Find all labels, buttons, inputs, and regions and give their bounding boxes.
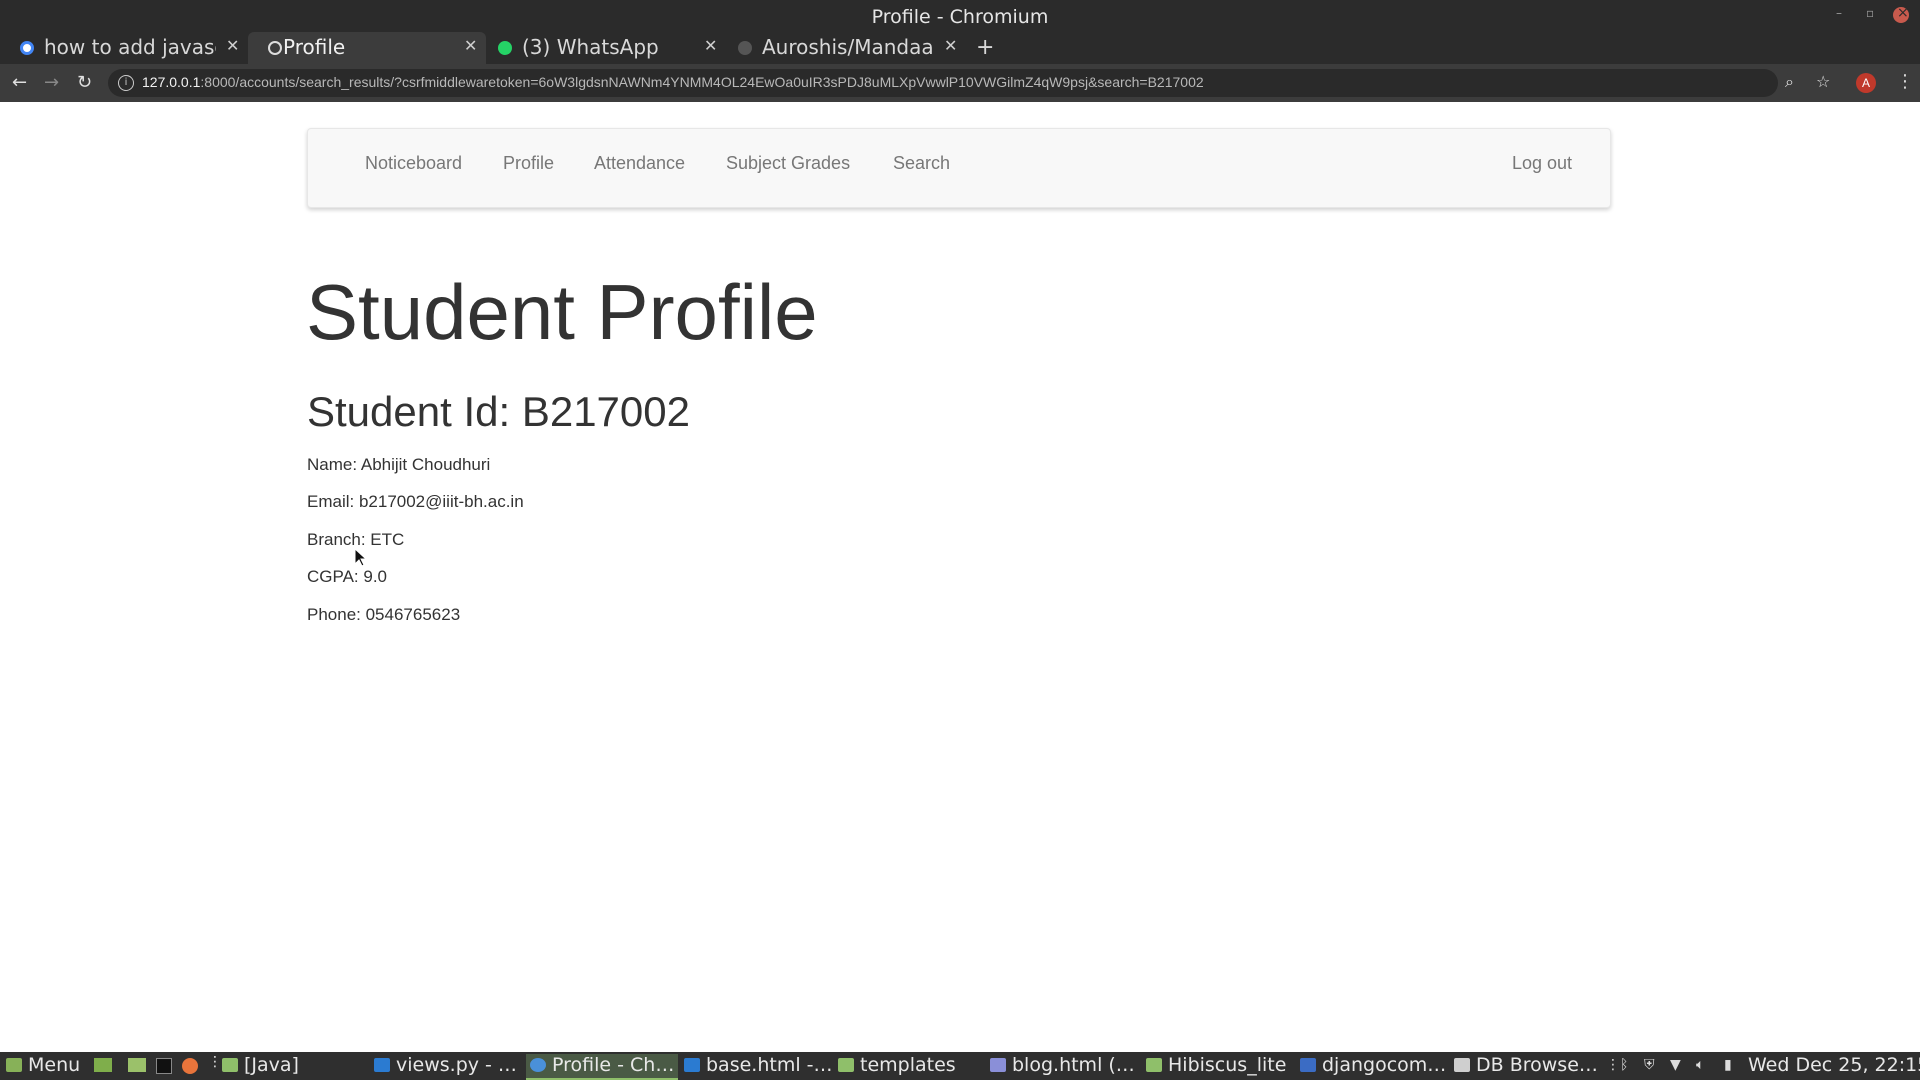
google-icon	[20, 41, 34, 55]
reload-icon[interactable]: ↻	[77, 72, 92, 93]
nav-subject-grades[interactable]: Subject Grades	[726, 153, 850, 174]
start-menu-button[interactable]: Menu	[6, 1054, 80, 1078]
github-icon	[738, 41, 752, 55]
back-icon[interactable]: ←	[12, 72, 27, 93]
menu-label: Menu	[28, 1054, 81, 1076]
browser-toolbar: ← → ↻ i 127.0.0.1:8000/accounts/search_r…	[0, 64, 1920, 102]
new-tab-icon[interactable]: +	[976, 35, 994, 60]
page-title: Student Profile	[306, 268, 818, 356]
profile-avatar[interactable]: A	[1856, 73, 1876, 93]
mouse-cursor-icon	[355, 549, 367, 567]
close-tab-icon[interactable]: ✕	[226, 36, 239, 55]
student-name: Name: Abhijit Choudhuri	[307, 455, 491, 474]
database-icon	[1454, 1058, 1470, 1072]
vscode-icon	[374, 1058, 390, 1072]
student-email: Email: b217002@iiit-bh.ac.in	[307, 492, 524, 511]
close-tab-icon[interactable]: ✕	[704, 36, 717, 55]
tray-separator-icon: ⋮	[1606, 1057, 1620, 1073]
url-path: :8000/accounts/search_results/?csrfmiddl…	[200, 74, 1204, 90]
nav-profile[interactable]: Profile	[503, 153, 554, 174]
bluetooth-icon[interactable]: ᛒ	[1620, 1057, 1628, 1073]
tab-whatsapp[interactable]: (3) WhatsApp ✕	[488, 32, 726, 64]
shield-icon[interactable]: ⛨	[1644, 1057, 1655, 1073]
taskbar-label: blog.html (…	[1012, 1054, 1135, 1076]
folder-icon	[222, 1058, 238, 1072]
maximize-button[interactable]: ▫	[1866, 6, 1874, 20]
student-id: Student Id: B217002	[307, 388, 690, 435]
battery-icon[interactable]: ▮	[1724, 1057, 1732, 1073]
nav-search[interactable]: Search	[893, 153, 950, 174]
terminal-icon[interactable]	[156, 1058, 172, 1074]
tab-label: Auroshis/Mandaar3	[762, 35, 934, 59]
chromium-icon	[530, 1058, 546, 1072]
taskbar-blog-html[interactable]: blog.html (…	[990, 1054, 1135, 1078]
text-editor-icon	[990, 1058, 1006, 1072]
close-window-button[interactable]	[1893, 5, 1909, 23]
taskbar-label: views.py - …	[396, 1054, 517, 1076]
show-desktop-icon[interactable]	[94, 1058, 112, 1072]
info-icon[interactable]: i	[118, 75, 134, 91]
files-icon[interactable]	[128, 1058, 146, 1072]
taskbar-label: Hibiscus_lite	[1168, 1054, 1287, 1076]
address-bar[interactable]: i 127.0.0.1:8000/accounts/search_results…	[108, 69, 1778, 97]
taskbar-java[interactable]: [Java]	[222, 1054, 299, 1078]
whatsapp-icon	[498, 41, 512, 55]
logout-link[interactable]: Log out	[1512, 153, 1572, 174]
url-host: 127.0.0.1	[142, 74, 201, 90]
nav-noticeboard[interactable]: Noticeboard	[365, 153, 462, 174]
tab-github[interactable]: Auroshis/Mandaar3 ✕	[728, 32, 968, 64]
forward-icon[interactable]: →	[44, 72, 59, 93]
taskbar-hibiscus-lite[interactable]: Hibiscus_lite	[1146, 1054, 1286, 1078]
window-title: Profile - Chromium	[871, 6, 1049, 28]
tab-strip: how to add javascri ✕ Profile ✕ (3) What…	[0, 32, 1920, 64]
clock[interactable]: Wed Dec 25, 22:15	[1748, 1054, 1920, 1076]
bookmark-star-icon[interactable]: ☆	[1816, 72, 1830, 91]
globe-icon	[268, 41, 282, 55]
tab-google-search[interactable]: how to add javascri ✕	[0, 32, 246, 64]
taskbar-db-browser[interactable]: DB Browse…	[1454, 1054, 1598, 1078]
window-titlebar: Profile - Chromium – ▫	[0, 0, 1920, 32]
student-branch: Branch: ETC	[307, 530, 405, 549]
tab-profile[interactable]: Profile ✕	[248, 32, 486, 64]
minimize-button[interactable]: –	[1836, 6, 1842, 20]
close-tab-icon[interactable]: ✕	[464, 36, 477, 55]
launcher-separator-icon: ⋮	[208, 1054, 222, 1070]
taskbar-label: templates	[860, 1054, 956, 1076]
firefox-icon[interactable]	[182, 1058, 198, 1074]
taskbar-label: djangocom…	[1322, 1054, 1447, 1076]
tab-label: (3) WhatsApp	[522, 35, 659, 59]
student-cgpa: CGPA: 9.0	[307, 567, 387, 586]
document-icon	[1300, 1058, 1316, 1072]
taskbar-base-html[interactable]: base.html -…	[684, 1054, 833, 1078]
page-content: Noticeboard Profile Attendance Subject G…	[0, 102, 1920, 1052]
taskbar-views-py[interactable]: views.py - …	[374, 1054, 517, 1078]
site-navbar: Noticeboard Profile Attendance Subject G…	[307, 128, 1611, 208]
taskbar-label: [Java]	[244, 1054, 299, 1076]
taskbar-label: base.html -…	[706, 1054, 833, 1076]
address-url[interactable]: 127.0.0.1:8000/accounts/search_results/?…	[142, 74, 1204, 90]
folder-icon	[838, 1058, 854, 1072]
close-tab-icon[interactable]: ✕	[944, 36, 957, 55]
folder-icon	[1146, 1058, 1162, 1072]
tab-label: how to add javascri	[44, 35, 216, 59]
taskbar-djangocom[interactable]: djangocom…	[1300, 1054, 1446, 1078]
student-phone: Phone: 0546765623	[307, 605, 461, 624]
taskbar: Menu ⋮ [Java] views.py - … Profile - Ch……	[0, 1052, 1920, 1080]
zoom-icon[interactable]: ⌕	[1785, 72, 1794, 92]
volume-icon[interactable]: 🔈︎	[1696, 1057, 1704, 1073]
nav-attendance[interactable]: Attendance	[594, 153, 685, 174]
taskbar-label: DB Browse…	[1476, 1054, 1598, 1076]
taskbar-label: Profile - Ch…	[552, 1054, 675, 1076]
wifi-icon[interactable]: ▼	[1670, 1057, 1681, 1073]
vscode-icon	[684, 1058, 700, 1072]
tab-label: Profile	[283, 35, 346, 59]
menu-kebab-icon[interactable]: ⋮	[1896, 71, 1914, 92]
taskbar-profile-chromium[interactable]: Profile - Ch…	[526, 1054, 679, 1080]
mint-logo-icon	[6, 1058, 22, 1072]
taskbar-templates[interactable]: templates	[838, 1054, 956, 1078]
